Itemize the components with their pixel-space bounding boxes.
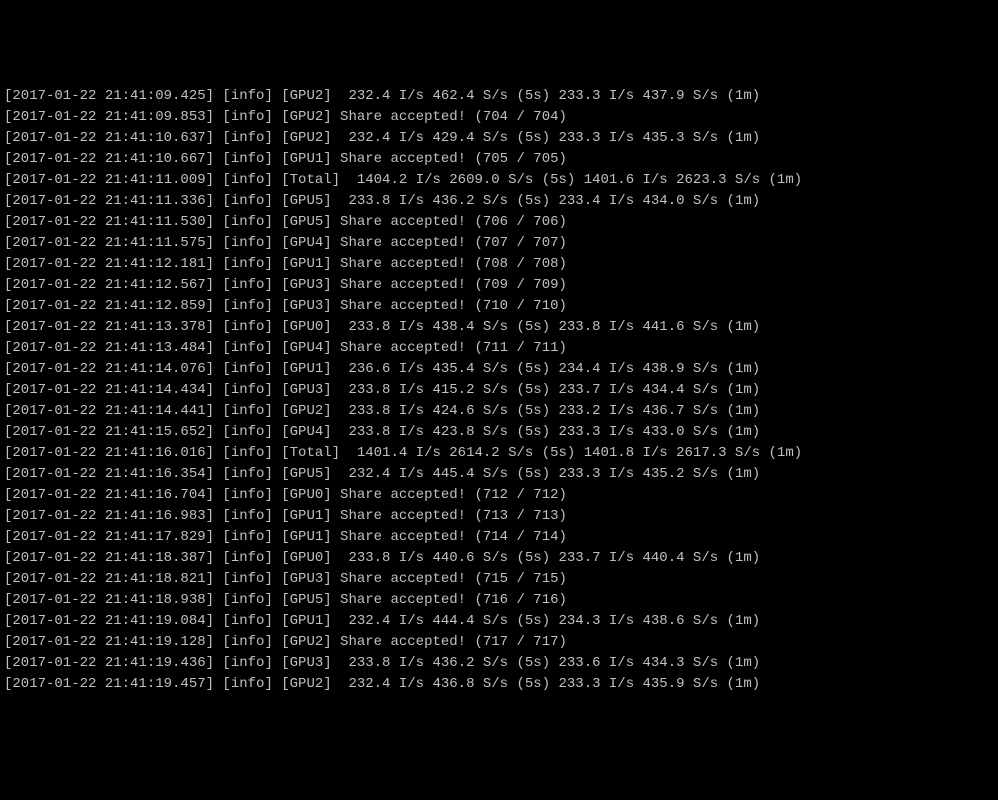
log-line: [2017-01-22 21:41:18.938] [info] [GPU5] … [4, 590, 994, 611]
log-line: [2017-01-22 21:41:19.436] [info] [GPU3] … [4, 653, 994, 674]
log-line: [2017-01-22 21:41:16.983] [info] [GPU1] … [4, 506, 994, 527]
log-line: [2017-01-22 21:41:11.009] [info] [Total]… [4, 170, 994, 191]
log-line: [2017-01-22 21:41:11.530] [info] [GPU5] … [4, 212, 994, 233]
log-line: [2017-01-22 21:41:17.829] [info] [GPU1] … [4, 527, 994, 548]
log-line: [2017-01-22 21:41:16.354] [info] [GPU5] … [4, 464, 994, 485]
log-line: [2017-01-22 21:41:18.387] [info] [GPU0] … [4, 548, 994, 569]
log-line: [2017-01-22 21:41:12.859] [info] [GPU3] … [4, 296, 994, 317]
log-line: [2017-01-22 21:41:13.484] [info] [GPU4] … [4, 338, 994, 359]
log-line: [2017-01-22 21:41:14.434] [info] [GPU3] … [4, 380, 994, 401]
log-line: [2017-01-22 21:41:19.128] [info] [GPU2] … [4, 632, 994, 653]
log-line: [2017-01-22 21:41:10.637] [info] [GPU2] … [4, 128, 994, 149]
log-line: [2017-01-22 21:41:10.667] [info] [GPU1] … [4, 149, 994, 170]
log-line: [2017-01-22 21:41:12.181] [info] [GPU1] … [4, 254, 994, 275]
log-line: [2017-01-22 21:41:14.076] [info] [GPU1] … [4, 359, 994, 380]
log-line: [2017-01-22 21:41:12.567] [info] [GPU3] … [4, 275, 994, 296]
log-line: [2017-01-22 21:41:14.441] [info] [GPU2] … [4, 401, 994, 422]
log-line: [2017-01-22 21:41:11.336] [info] [GPU5] … [4, 191, 994, 212]
log-line: [2017-01-22 21:41:09.425] [info] [GPU2] … [4, 86, 994, 107]
log-line: [2017-01-22 21:41:11.575] [info] [GPU4] … [4, 233, 994, 254]
log-line: [2017-01-22 21:41:19.457] [info] [GPU2] … [4, 674, 994, 695]
log-line: [2017-01-22 21:41:19.084] [info] [GPU1] … [4, 611, 994, 632]
log-line: [2017-01-22 21:41:16.704] [info] [GPU0] … [4, 485, 994, 506]
log-line: [2017-01-22 21:41:16.016] [info] [Total]… [4, 443, 994, 464]
log-line: [2017-01-22 21:41:18.821] [info] [GPU3] … [4, 569, 994, 590]
log-line: [2017-01-22 21:41:15.652] [info] [GPU4] … [4, 422, 994, 443]
terminal-output: [2017-01-22 21:41:09.425] [info] [GPU2] … [4, 86, 994, 695]
log-line: [2017-01-22 21:41:09.853] [info] [GPU2] … [4, 107, 994, 128]
log-line: [2017-01-22 21:41:13.378] [info] [GPU0] … [4, 317, 994, 338]
